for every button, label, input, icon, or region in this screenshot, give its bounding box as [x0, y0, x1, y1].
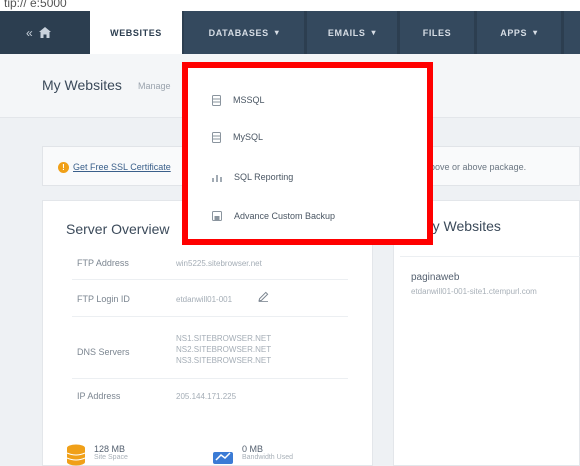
database-icon	[212, 94, 221, 106]
row-divider	[72, 378, 348, 379]
top-strip-text: tip:// e:5000	[4, 0, 67, 10]
collapse-label: «	[26, 25, 33, 40]
menu-item-label: MySQL	[233, 132, 264, 142]
database-icon	[212, 131, 221, 143]
row-divider	[72, 279, 348, 280]
tab-databases-label: DATABASES	[208, 27, 269, 38]
menu-item-sql-reporting[interactable]: SQL Reporting	[212, 169, 293, 185]
top-strip: tip:// e:5000	[0, 0, 580, 11]
tab-emails-label: EMAILS	[327, 27, 366, 38]
tab-files[interactable]: FILES	[400, 11, 474, 54]
disk-space-value: 128 MB	[94, 444, 126, 454]
tab-apps-label: APPS	[500, 27, 528, 38]
backup-icon	[212, 211, 222, 221]
bandwidth-label: Bandwidth Used	[242, 454, 293, 461]
bar-chart-icon	[212, 174, 222, 182]
menu-item-advance-custom-backup[interactable]: Advance Custom Backup	[212, 208, 335, 224]
bandwidth-icon	[213, 452, 233, 464]
site-url: etdanwill01-001-site1.ctempurl.com	[411, 287, 537, 296]
top-navbar: « WEBSITES DATABASES ▾ EMAILS ▾ FILES AP…	[0, 11, 580, 54]
ip-address-value: 205.144.171.225	[176, 392, 237, 401]
ssl-certificate-link[interactable]: Get Free SSL Certificate	[73, 162, 175, 172]
menu-item-mssql[interactable]: MSSQL	[212, 92, 265, 108]
notice-text: above or above package.	[425, 162, 527, 172]
menu-item-mysql[interactable]: MySQL	[212, 129, 263, 145]
home-icon	[38, 27, 51, 38]
bandwidth-stat: 0 MB Bandwidth Used	[212, 444, 293, 464]
menu-item-label: SQL Reporting	[234, 172, 294, 182]
dns-servers-label: DNS Servers	[77, 347, 130, 357]
ftp-address-value: win5225.sitebrowser.net	[176, 259, 262, 268]
tab-websites-label: WEBSITES	[110, 27, 162, 38]
server-overview-title: Server Overview	[66, 221, 170, 237]
dns-server-2: NS2.SITEBROWSER.NET	[176, 345, 272, 354]
ftp-address-label: FTP Address	[77, 258, 129, 268]
chevron-down-icon: ▾	[274, 28, 280, 37]
pencil-icon[interactable]	[258, 291, 269, 302]
site-name-link[interactable]: paginaweb	[411, 272, 459, 283]
tab-websites[interactable]: WEBSITES	[90, 11, 182, 54]
chevron-down-icon: ▾	[533, 28, 538, 37]
page-subtitle: Manage	[138, 81, 171, 91]
database-icon	[66, 444, 86, 466]
page-title: My Websites	[42, 77, 122, 93]
databases-dropdown-menu: MSSQL MySQL SQL Reporting Advance Custom…	[182, 62, 433, 245]
tab-apps[interactable]: APPS ▾	[477, 11, 561, 54]
bandwidth-value: 0 MB	[242, 444, 264, 454]
ftp-login-label: FTP Login ID	[77, 294, 130, 304]
ip-address-label: IP Address	[77, 391, 121, 401]
menu-item-label: MSSQL	[233, 95, 265, 105]
menu-item-label: Advance Custom Backup	[234, 211, 336, 221]
tab-databases[interactable]: DATABASES ▾	[184, 11, 304, 54]
ftp-login-value: etdanwill01-001	[176, 295, 233, 304]
chevron-down-icon: ▾	[371, 28, 377, 37]
warning-icon: !	[58, 162, 69, 173]
dns-server-3: NS3.SITEBROWSER.NET	[176, 356, 272, 365]
tab-files-label: FILES	[422, 27, 452, 38]
row-divider	[72, 316, 348, 317]
site-divider	[400, 256, 580, 257]
tab-more[interactable]	[564, 11, 580, 54]
dns-server-1: NS1.SITEBROWSER.NET	[176, 334, 272, 343]
nav-home[interactable]: «	[26, 11, 51, 54]
tab-emails[interactable]: EMAILS ▾	[307, 11, 397, 54]
disk-space-stat: 128 MB Site Space	[66, 444, 128, 466]
disk-space-label: Site Space	[94, 454, 128, 461]
